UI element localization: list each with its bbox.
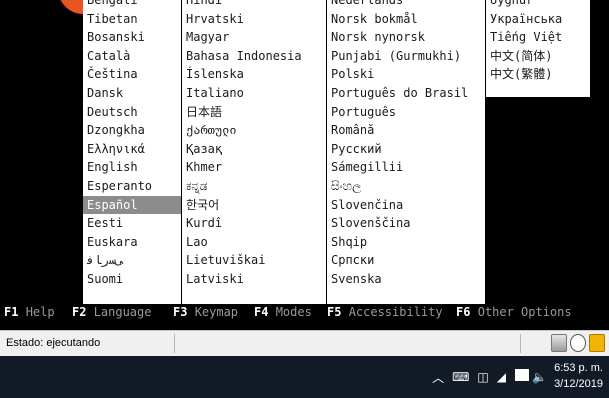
language-column-4: Uyghur Українська Tiếng Việt 中文(简体) 中文(繁體) [486, 0, 590, 97]
language-option[interactable]: Íslenska [182, 65, 326, 84]
language-option[interactable]: Svenska [327, 270, 485, 289]
clock-time: 6:53 p. m. [554, 362, 603, 374]
language-option[interactable]: Dzongkha [83, 121, 181, 140]
language-option[interactable]: Lao [182, 233, 326, 252]
cd-rom-icon[interactable] [570, 334, 586, 352]
language-option[interactable]: Euskara [83, 233, 181, 252]
fkey-text: Accessibility [348, 305, 443, 319]
language-option[interactable]: Polski [327, 65, 485, 84]
fkey-accessibility[interactable]: F5 Accessibility [327, 303, 443, 321]
language-option[interactable]: 한국어 [182, 196, 326, 215]
language-option[interactable]: Қазақ [182, 140, 326, 159]
fkey-text: Help [25, 305, 55, 319]
language-option[interactable]: Norsk bokmål [327, 10, 485, 29]
boot-screen: Bengali Tibetan Bosanski Català Čeština Dansk… [0, 0, 609, 330]
fkey-text: Other Options [477, 305, 572, 319]
language-column-1: Bengali Tibetan Bosanski Català Čeština Dansk… [83, 0, 181, 304]
language-option[interactable]: 日本語 [182, 103, 326, 122]
notification-icon[interactable] [515, 369, 529, 381]
language-option[interactable]: Српски [327, 251, 485, 270]
language-option[interactable]: Ελληνικά [83, 140, 181, 159]
hard-disk-icon[interactable] [551, 334, 567, 352]
language-option[interactable]: සිංහල [327, 177, 485, 196]
fkey-language[interactable]: F2 Language [72, 303, 151, 321]
fkey-text: Keymap [194, 305, 239, 319]
language-option[interactable]: Português [327, 103, 485, 122]
language-option[interactable]: Hrvatski [182, 10, 326, 29]
language-option[interactable]: Deutsch [83, 103, 181, 122]
taskbar-clock[interactable]: 6:53 p. m. 3/12/2019 [554, 360, 603, 392]
network-icon[interactable]: ◫ [477, 370, 488, 384]
wifi-icon[interactable]: ◢ [497, 370, 506, 384]
vm-statusbar: Estado: ejecutando [0, 330, 609, 356]
statusbar-divider [174, 334, 175, 353]
language-option[interactable]: Bahasa Indonesia [182, 47, 326, 66]
volume-icon[interactable]: 🔈 [532, 370, 547, 384]
fkey-label: F3 [173, 305, 188, 319]
language-option[interactable]: Українська [486, 10, 590, 29]
language-option[interactable]: ಕನ್ನಡ [182, 177, 326, 196]
language-option[interactable]: Sámegillii [327, 158, 485, 177]
language-option[interactable]: Magyar [182, 28, 326, 47]
language-option[interactable]: Suomi [83, 270, 181, 289]
language-option[interactable]: 中文(繁體) [486, 65, 590, 84]
language-option[interactable]: Tiếng Việt [486, 28, 590, 47]
vm-status-text: Estado: ejecutando [6, 337, 101, 349]
fkey-label: F6 [456, 305, 471, 319]
language-option[interactable]: Lietuviškai [182, 251, 326, 270]
language-option[interactable]: Nederlands [327, 0, 485, 10]
language-option[interactable]: Русский [327, 140, 485, 159]
language-option[interactable]: Latviski [182, 270, 326, 289]
language-option[interactable]: Kurdî [182, 214, 326, 233]
language-option[interactable]: Esperanto [83, 177, 181, 196]
language-option[interactable]: Bengali [83, 0, 181, 10]
language-option[interactable]: 中文(简体) [486, 47, 590, 66]
fkey-other-options[interactable]: F6 Other Options [456, 303, 572, 321]
language-option[interactable]: Dansk [83, 84, 181, 103]
language-option[interactable]: Italiano [182, 84, 326, 103]
language-option[interactable]: Português do Brasil [327, 84, 485, 103]
function-key-bar: F1 Help F2 Language F3 Keymap F4 Modes F… [0, 303, 609, 321]
language-option[interactable]: Tibetan [83, 10, 181, 29]
language-option[interactable]: Khmer [182, 158, 326, 177]
language-option[interactable]: Norsk nynorsk [327, 28, 485, 47]
language-option[interactable]: Eesti [83, 214, 181, 233]
lock-icon[interactable] [589, 334, 605, 352]
language-column-2: Hindi Hrvatski Magyar Bahasa Indonesia Íslen… [182, 0, 326, 304]
language-option[interactable]: Punjabi (Gurmukhi) [327, 47, 485, 66]
fkey-label: F2 [72, 305, 87, 319]
chevron-up-icon[interactable]: ︿ [432, 369, 444, 386]
language-option[interactable]: Bosanski [83, 28, 181, 47]
fkey-modes[interactable]: F4 Modes [254, 303, 312, 321]
language-option[interactable]: Slovenščina [327, 214, 485, 233]
fkey-text: Language [93, 305, 152, 319]
windows-taskbar: ︿ ⌨ ◫ ◢ ✱ 🔈 6:53 p. m. 3/12/2019 [0, 356, 609, 398]
statusbar-icons [551, 334, 605, 354]
language-option[interactable]: Hindi [182, 0, 326, 10]
language-option[interactable]: English [83, 158, 181, 177]
fkey-help[interactable]: F1 Help [4, 303, 55, 321]
language-column-3: Nederlands Norsk bokmål Norsk nynorsk Punja… [327, 0, 485, 304]
language-option[interactable]: Español [83, 195, 181, 215]
language-option[interactable]: ﻰﺳﺭﺎﻓ [83, 251, 181, 270]
language-option[interactable]: Uyghur [486, 0, 590, 10]
language-option[interactable]: ქართული [182, 121, 326, 140]
language-option[interactable]: Slovenčina [327, 196, 485, 215]
fkey-label: F5 [327, 305, 342, 319]
language-option[interactable]: Čeština [83, 65, 181, 84]
keyboard-icon[interactable]: ⌨ [452, 370, 469, 384]
clock-date: 3/12/2019 [554, 378, 603, 390]
fkey-label: F1 [4, 305, 19, 319]
statusbar-divider [520, 334, 521, 353]
language-option[interactable]: Català [83, 47, 181, 66]
system-tray: ︿ ⌨ ◫ ◢ ✱ 🔈 [432, 368, 547, 386]
language-option[interactable]: Shqip [327, 233, 485, 252]
fkey-keymap[interactable]: F3 Keymap [173, 303, 238, 321]
language-option[interactable]: Română [327, 121, 485, 140]
fkey-label: F4 [254, 305, 269, 319]
fkey-text: Modes [275, 305, 312, 319]
